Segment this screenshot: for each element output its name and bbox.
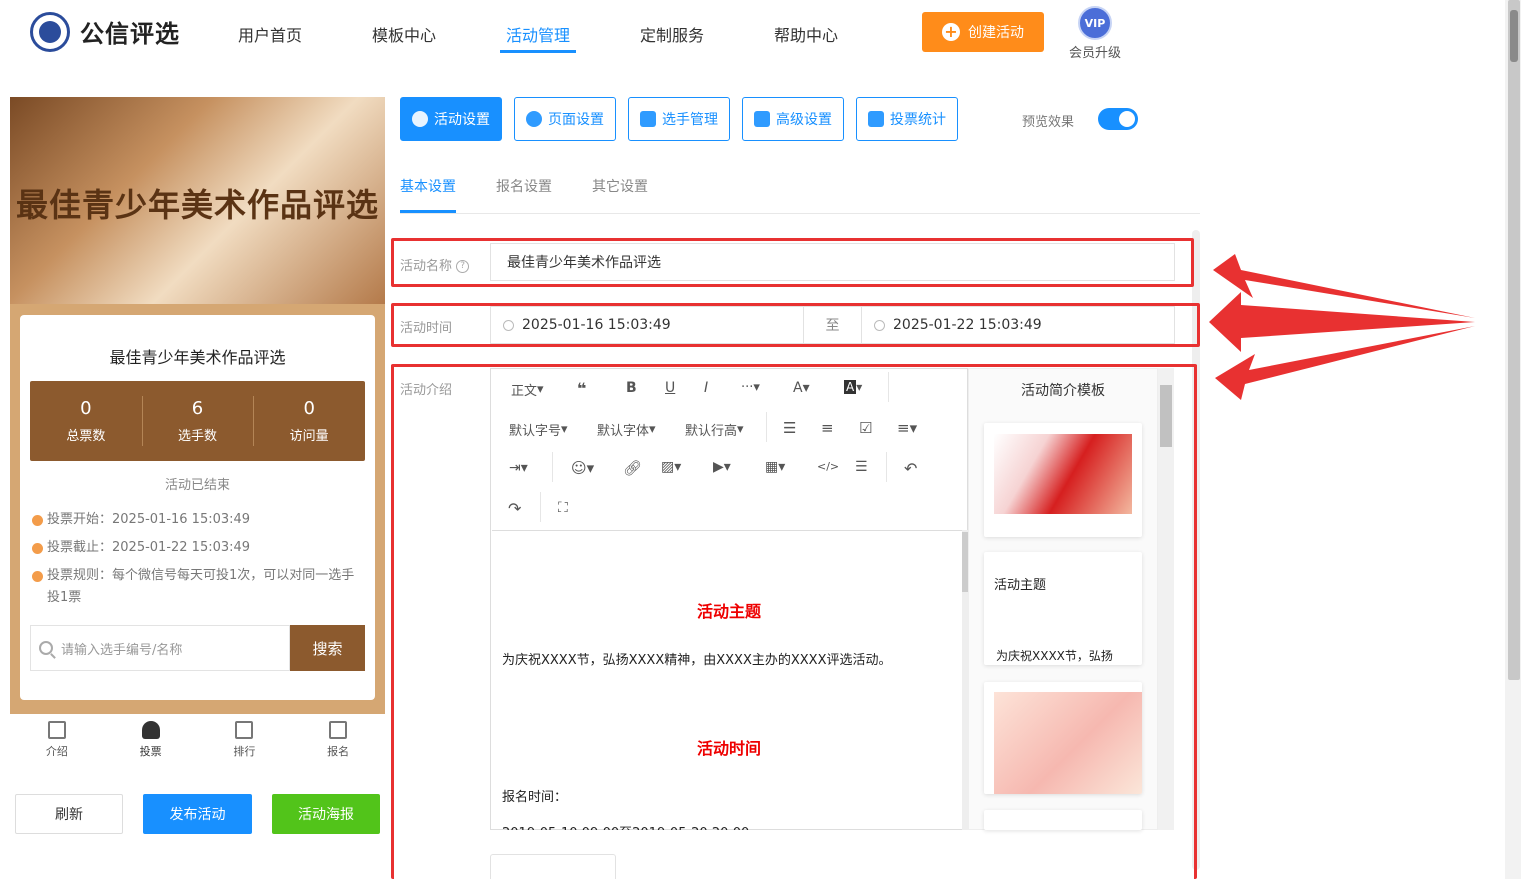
- users-icon: [640, 111, 656, 127]
- info-icon: [32, 571, 43, 582]
- tab-signup-settings[interactable]: 报名设置: [496, 176, 552, 196]
- clock-icon: [32, 515, 43, 526]
- preview-banner-title: 最佳青少年美术作品评选: [15, 186, 379, 224]
- activity-status: 活动已结束: [164, 478, 230, 493]
- brand-name: 公信评选: [80, 20, 180, 48]
- create-activity-button[interactable]: + 创建活动: [922, 12, 1044, 52]
- preview-stats: 0 总票数 6 选手数 0 访问量: [30, 381, 365, 461]
- contestant-management-button[interactable]: 选手管理: [628, 97, 730, 141]
- vote-statistics-button[interactable]: 投票统计: [856, 97, 958, 141]
- preview-tabbar: 介绍 投票 排行 报名: [10, 714, 385, 766]
- activity-poster-button[interactable]: 活动海报: [272, 794, 380, 834]
- user-icon: [141, 721, 160, 739]
- refresh-button[interactable]: 刷新: [15, 794, 123, 834]
- page-scrollbar-thumb[interactable]: [1510, 10, 1518, 62]
- nav-template-center[interactable]: 模板中心: [372, 22, 436, 46]
- highlight-box-time: [391, 303, 1200, 347]
- vote-end-info: 投票截止：2025-01-22 15:03:49: [32, 537, 362, 559]
- vote-rule-info: 投票规则：每个微信号每天可投1次，可以对同一选手投1票: [32, 565, 362, 609]
- nav-custom-service[interactable]: 定制服务: [640, 22, 704, 46]
- search-button[interactable]: 搜索: [290, 625, 365, 671]
- star-icon: [412, 111, 428, 127]
- vote-start-info: 投票开始：2025-01-16 15:03:49: [32, 509, 362, 531]
- tab-basic-settings[interactable]: 基本设置: [400, 176, 456, 196]
- id-card-icon: [329, 721, 348, 739]
- vip-icon[interactable]: VIP: [1078, 6, 1112, 40]
- vip-upgrade-link[interactable]: 会员升级: [1069, 42, 1121, 61]
- page-scrollbar-track[interactable]: [1508, 0, 1520, 680]
- highlight-box-intro: [391, 364, 1197, 879]
- stat-visits: 0 访问量: [253, 381, 365, 461]
- sliders-icon: [754, 111, 770, 127]
- tab-vote[interactable]: 投票: [104, 714, 198, 766]
- nav-active-indicator: [500, 50, 576, 53]
- activity-settings-button[interactable]: 活动设置: [400, 97, 502, 141]
- nav-help-center[interactable]: 帮助中心: [774, 22, 838, 46]
- publish-activity-button[interactable]: 发布活动: [143, 794, 252, 834]
- clock-icon: [32, 543, 43, 554]
- subtab-divider: [400, 213, 1200, 214]
- gear-icon: [526, 111, 542, 127]
- arrow-icon: [1209, 292, 1475, 352]
- tab-ranking[interactable]: 排行: [198, 714, 292, 766]
- advanced-settings-button[interactable]: 高级设置: [742, 97, 844, 141]
- preview-effect-toggle[interactable]: [1098, 108, 1138, 130]
- page-settings-button[interactable]: 页面设置: [514, 97, 616, 141]
- bar-chart-icon: [868, 111, 884, 127]
- plus-icon: +: [942, 23, 960, 41]
- nav-user-home[interactable]: 用户首页: [238, 22, 302, 46]
- tab-other-settings[interactable]: 其它设置: [592, 176, 648, 196]
- bar-chart-icon: [235, 721, 254, 739]
- document-icon: [47, 721, 66, 739]
- contestant-search-input[interactable]: 请输入选手编号/名称: [30, 625, 290, 671]
- logo-icon: [30, 12, 70, 52]
- annotation-arrows: [1209, 254, 1475, 400]
- stat-total-votes: 0 总票数: [66, 398, 106, 444]
- nav-activity-management[interactable]: 活动管理: [506, 22, 570, 46]
- tab-intro[interactable]: 介绍: [10, 714, 104, 766]
- search-icon: [39, 641, 53, 655]
- preview-effect-label: 预览效果: [1022, 115, 1075, 130]
- highlight-box-name: [391, 238, 1194, 287]
- stat-contestants: 6 选手数: [141, 381, 254, 461]
- subtab-active-indicator: [400, 210, 456, 213]
- preview-card-title: 最佳青少年美术作品评选: [109, 348, 286, 367]
- tab-signup[interactable]: 报名: [291, 714, 385, 766]
